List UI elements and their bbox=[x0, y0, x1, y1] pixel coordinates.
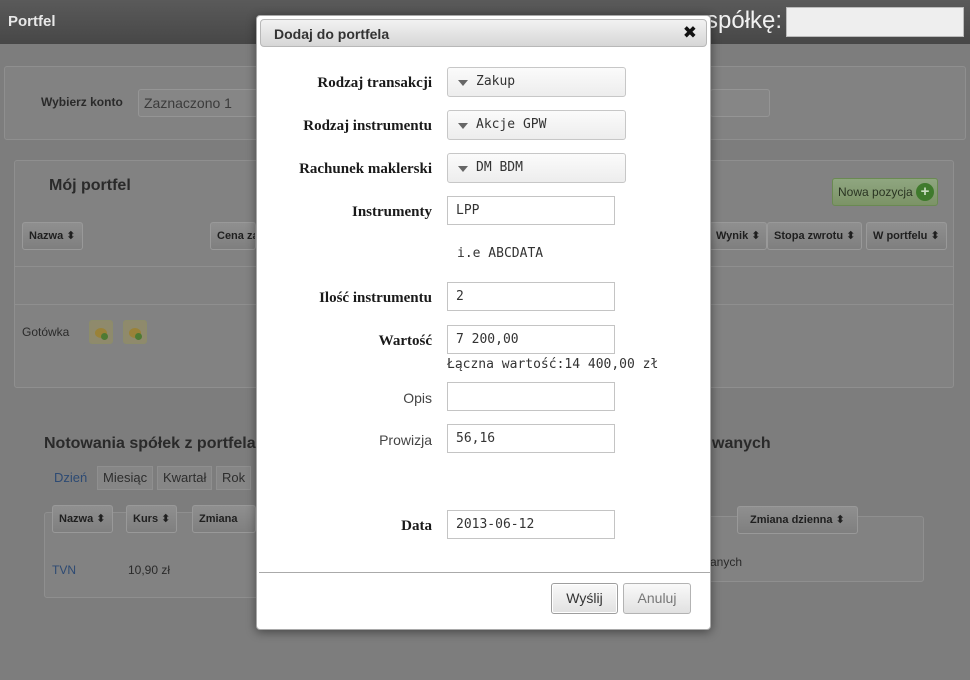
add-to-portfolio-dialog: Dodaj do portfela ✖ Rodzaj transakcji Za… bbox=[256, 15, 711, 630]
add-cash-icon[interactable] bbox=[89, 320, 113, 344]
header-return-rate[interactable]: Stopa zwrotu ⬍ bbox=[767, 222, 863, 250]
total-value-text: Łączna wartość:14 400,00 zł bbox=[447, 357, 659, 372]
submit-button[interactable]: Wyślij bbox=[551, 583, 618, 614]
plus-icon: + bbox=[916, 183, 934, 201]
account-label: Wybierz konto bbox=[41, 95, 123, 109]
new-position-button[interactable]: Nowa pozycja + bbox=[832, 178, 938, 206]
right-header-daily-change[interactable]: Zmiana dzienna ⬍ bbox=[737, 506, 858, 534]
value-input[interactable]: 7 200,00 bbox=[447, 325, 615, 354]
description-label: Opis bbox=[403, 390, 432, 406]
instrument-type-label: Rodzaj instrumentu bbox=[303, 118, 432, 134]
brokerage-account-label: Rachunek maklerski bbox=[299, 161, 432, 177]
description-input[interactable] bbox=[447, 382, 615, 411]
chevron-down-icon bbox=[458, 123, 468, 129]
portfolio-title: Mój portfel bbox=[49, 177, 131, 194]
date-input[interactable]: 2013-06-12 bbox=[447, 510, 615, 539]
quote-name-link[interactable]: TVN bbox=[52, 563, 76, 577]
tab-year[interactable]: Rok bbox=[216, 466, 252, 490]
transaction-type-label: Rodzaj transakcji bbox=[317, 75, 432, 91]
quotes-title-right: wanych bbox=[712, 435, 771, 452]
header-price[interactable]: Cena za bbox=[210, 222, 256, 250]
tab-day[interactable]: Dzień bbox=[48, 466, 93, 490]
value-label: Wartość bbox=[378, 333, 432, 349]
account-select[interactable]: Zaznaczono 1 bbox=[138, 89, 258, 117]
brand-title[interactable]: Portfel bbox=[8, 13, 56, 30]
date-label: Data bbox=[401, 518, 432, 534]
transaction-type-select[interactable]: Zakup bbox=[447, 67, 626, 97]
tab-quarter[interactable]: Kwartał bbox=[157, 466, 213, 490]
instrument-type-select[interactable]: Akcje GPW bbox=[447, 110, 626, 140]
new-position-label: Nowa pozycja bbox=[838, 185, 913, 199]
chevron-down-icon bbox=[458, 80, 468, 86]
header-name[interactable]: Nazwa ⬍ bbox=[22, 222, 83, 250]
tab-month[interactable]: Miesiąc bbox=[97, 466, 154, 490]
dialog-title: Dodaj do portfela bbox=[274, 26, 390, 42]
header-in-portfolio[interactable]: W portfelu ⬍ bbox=[866, 222, 947, 250]
quotes-header-price[interactable]: Kurs ⬍ bbox=[126, 505, 178, 533]
cash-label: Gotówka bbox=[22, 325, 70, 339]
quantity-label: Ilość instrumentu bbox=[319, 290, 432, 306]
cancel-button[interactable]: Anuluj bbox=[623, 583, 691, 614]
brokerage-account-select[interactable]: DM BDM bbox=[447, 153, 626, 183]
search-label: spółkę: bbox=[706, 7, 783, 34]
quantity-input[interactable]: 2 bbox=[447, 282, 615, 311]
commission-label: Prowizja bbox=[379, 432, 432, 448]
right-text: anych bbox=[710, 555, 743, 569]
commission-input[interactable]: 56,16 bbox=[447, 424, 615, 453]
close-icon[interactable]: ✖ bbox=[683, 24, 697, 42]
instrument-hint: i.e ABCDATA bbox=[457, 246, 544, 261]
instrument-input[interactable]: LPP bbox=[447, 196, 615, 225]
quote-price: 10,90 zł bbox=[128, 563, 171, 577]
remove-cash-icon[interactable] bbox=[123, 320, 147, 344]
chevron-down-icon bbox=[458, 166, 468, 172]
quotes-header-change[interactable]: Zmiana bbox=[192, 505, 256, 533]
quotes-title: Notowania spółek z portfela bbox=[44, 435, 256, 452]
dialog-header: Dodaj do portfela ✖ bbox=[260, 19, 707, 47]
instrument-label: Instrumenty bbox=[351, 204, 432, 220]
search-input[interactable] bbox=[786, 7, 964, 37]
account-select-right[interactable] bbox=[710, 89, 770, 117]
header-result[interactable]: Wynik ⬍ bbox=[709, 222, 768, 250]
quotes-header-name[interactable]: Nazwa ⬍ bbox=[52, 505, 113, 533]
footer-divider bbox=[259, 572, 710, 573]
